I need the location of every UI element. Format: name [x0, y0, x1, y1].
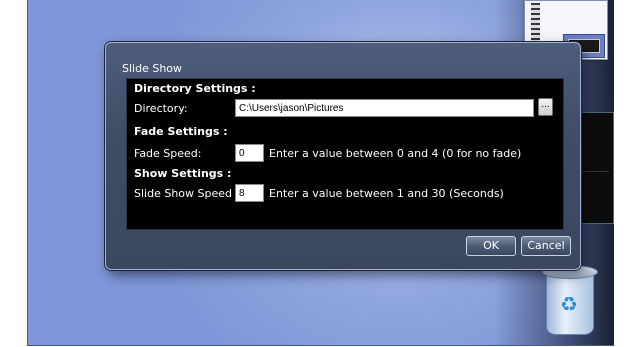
slide-show-speed-label: Slide Show Speed : [134, 187, 240, 200]
recycle-logo-icon: ♻ [560, 292, 578, 316]
recycle-bin-icon[interactable]: ♻ [540, 265, 598, 335]
slide-show-dialog: Slide Show Directory Settings : Director… [105, 42, 581, 270]
directory-input[interactable] [235, 99, 534, 117]
browse-button[interactable]: ... [538, 98, 553, 116]
directory-label: Directory: [134, 102, 188, 115]
fade-speed-input[interactable] [235, 144, 264, 162]
dialog-title: Slide Show [122, 62, 183, 75]
fade-speed-label: Fade Speed: [134, 147, 202, 160]
ok-button[interactable]: OK [466, 236, 516, 256]
settings-panel: Directory Settings : Directory: ... Fade… [126, 78, 564, 230]
slide-show-speed-input[interactable] [235, 184, 264, 202]
slide-show-speed-hint: Enter a value between 1 and 30 (Seconds) [269, 187, 504, 200]
cancel-button[interactable]: Cancel [521, 236, 571, 256]
show-settings-heading: Show Settings : [134, 167, 232, 180]
desktop-background: ♻ Slide Show Directory Settings : Direct… [27, 0, 614, 346]
fade-settings-heading: Fade Settings : [134, 125, 228, 138]
directory-settings-heading: Directory Settings : [134, 82, 256, 95]
fade-speed-hint: Enter a value between 0 and 4 (0 for no … [269, 147, 522, 160]
